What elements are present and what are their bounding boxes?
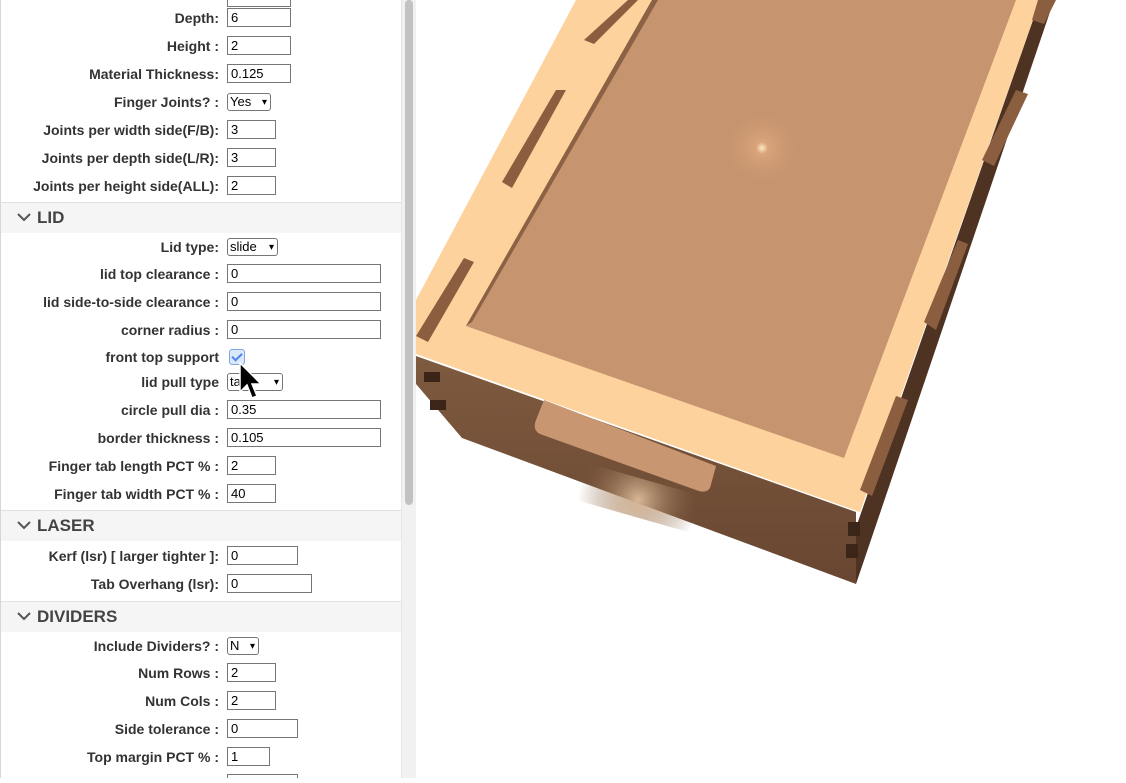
finger-tab-width-row: Finger tab width PCT % : <box>1 482 402 510</box>
lid-type-value: slide <box>230 239 257 254</box>
corner-radius-input[interactable] <box>227 320 381 339</box>
joints-width-label: Joints per width side(F/B): <box>43 122 219 138</box>
joints-depth-label: Joints per depth side(L/R): <box>41 150 219 166</box>
lid-top-clearance-label: lid top clearance : <box>99 266 219 282</box>
tab-overhang-row: Tab Overhang (lsr): <box>1 572 402 600</box>
circle-pull-dia-input[interactable] <box>227 400 381 419</box>
finger-tab-width-label: Finger tab width PCT % : <box>54 486 219 502</box>
top-margin-row: Top margin PCT % : <box>1 745 402 773</box>
circle-pull-dia-row: circle pull dia : <box>1 398 402 426</box>
finger-joints-row: Finger Joints? : Yes ▾ <box>1 90 402 118</box>
material-thickness-row: Material Thickness: <box>1 62 402 90</box>
tab-overhang-input[interactable] <box>227 574 312 593</box>
finger-joints-select[interactable]: Yes ▾ <box>227 93 271 111</box>
depth-label: Depth: <box>174 10 219 26</box>
num-cols-input[interactable] <box>227 691 276 710</box>
joints-width-input[interactable] <box>227 120 276 139</box>
scrollbar-thumb[interactable] <box>405 0 413 505</box>
laser-section-header[interactable]: LASER <box>1 510 402 541</box>
lid-top-clearance-input[interactable] <box>227 264 381 283</box>
joints-height-row: Joints per height side(ALL): <box>1 174 402 202</box>
settings-panel: Depth: Height : Material Thickness: Fing… <box>0 0 402 778</box>
partial-row <box>1 772 402 778</box>
corner-radius-row: corner radius : <box>1 318 402 346</box>
joints-width-row: Joints per width side(F/B): <box>1 118 402 146</box>
depth-input[interactable] <box>227 8 291 27</box>
front-top-support-label: front top support <box>105 349 219 365</box>
kerf-row: Kerf (lsr) [ larger tighter ]: <box>1 544 402 572</box>
num-cols-label: Num Cols : <box>145 693 219 709</box>
dividers-section-header[interactable]: DIVIDERS <box>1 601 402 632</box>
chevron-down-icon: ▾ <box>261 97 267 108</box>
lid-pull-type-row: lid pull type ta ▾ <box>1 370 402 398</box>
kerf-input[interactable] <box>227 546 298 565</box>
finger-tab-width-input[interactable] <box>227 484 276 503</box>
lid-side-clearance-label: lid side-to-side clearance : <box>43 294 219 310</box>
num-cols-row: Num Cols : <box>1 689 402 717</box>
dividers-section-title: DIVIDERS <box>37 607 118 626</box>
side-tolerance-input[interactable] <box>227 719 298 738</box>
top-margin-input[interactable] <box>227 747 270 766</box>
partial-input[interactable] <box>227 774 298 778</box>
finger-joints-value: Yes <box>230 94 252 109</box>
lid-top-clearance-row: lid top clearance : <box>1 262 402 290</box>
chevron-down-icon <box>17 521 31 530</box>
lid-section-title: LID <box>37 208 65 227</box>
num-rows-label: Num Rows : <box>138 665 219 681</box>
joints-depth-row: Joints per depth side(L/R): <box>1 146 402 174</box>
material-thickness-label: Material Thickness: <box>89 66 219 82</box>
height-label: Height : <box>166 38 219 54</box>
num-rows-row: Num Rows : <box>1 661 402 689</box>
lid-section-header[interactable]: LID <box>1 202 402 233</box>
cursor-arrow-icon <box>239 362 262 399</box>
chevron-down-icon <box>17 213 31 222</box>
3d-viewport[interactable] <box>239 0 1126 778</box>
chevron-down-icon: ▾ <box>273 377 279 388</box>
front-top-support-row: front top support <box>1 345 402 373</box>
include-dividers-row: Include Dividers? : N ▾ <box>1 634 402 662</box>
box-3d-render <box>416 0 1126 600</box>
lid-side-clearance-input[interactable] <box>227 292 381 311</box>
circle-pull-dia-label: circle pull dia : <box>120 402 219 418</box>
lid-type-label: Lid type: <box>160 239 219 255</box>
panel-scrollbar[interactable] <box>401 0 417 778</box>
tab-overhang-label: Tab Overhang (lsr): <box>90 576 219 592</box>
num-rows-input[interactable] <box>227 663 276 682</box>
border-thickness-row: border thickness : <box>1 426 402 454</box>
lid-type-row: Lid type: slide ▾ <box>1 235 402 263</box>
laser-section-title: LASER <box>37 516 95 535</box>
include-dividers-value: N <box>230 638 240 653</box>
joints-height-input[interactable] <box>227 176 276 195</box>
chevron-down-icon <box>17 612 31 621</box>
kerf-label: Kerf (lsr) [ larger tighter ]: <box>48 548 219 564</box>
finger-joints-label: Finger Joints? : <box>114 94 219 110</box>
lid-pull-type-label: lid pull type <box>141 374 219 390</box>
include-dividers-select[interactable]: N ▾ <box>227 637 259 655</box>
depth-row: Depth: <box>1 6 402 34</box>
border-thickness-label: border thickness : <box>97 430 219 446</box>
material-thickness-input[interactable] <box>227 64 291 83</box>
side-tolerance-row: Side tolerance : <box>1 717 402 745</box>
lid-side-clearance-row: lid side-to-side clearance : <box>1 290 402 318</box>
corner-radius-label: corner radius : <box>120 322 219 338</box>
light-spot <box>416 0 1126 600</box>
height-row: Height : <box>1 34 402 62</box>
chevron-down-icon: ▾ <box>249 641 255 652</box>
height-input[interactable] <box>227 36 291 55</box>
lid-type-select[interactable]: slide ▾ <box>227 238 278 256</box>
include-dividers-label: Include Dividers? : <box>93 638 219 654</box>
finger-tab-length-row: Finger tab length PCT % : <box>1 454 402 482</box>
top-margin-label: Top margin PCT % : <box>87 749 219 765</box>
side-tolerance-label: Side tolerance : <box>114 721 219 737</box>
finger-tab-length-input[interactable] <box>227 456 276 475</box>
finger-tab-length-label: Finger tab length PCT % : <box>48 458 219 474</box>
joints-height-label: Joints per height side(ALL): <box>33 178 219 194</box>
joints-depth-input[interactable] <box>227 148 276 167</box>
border-thickness-input[interactable] <box>227 428 381 447</box>
chevron-down-icon: ▾ <box>268 242 274 253</box>
